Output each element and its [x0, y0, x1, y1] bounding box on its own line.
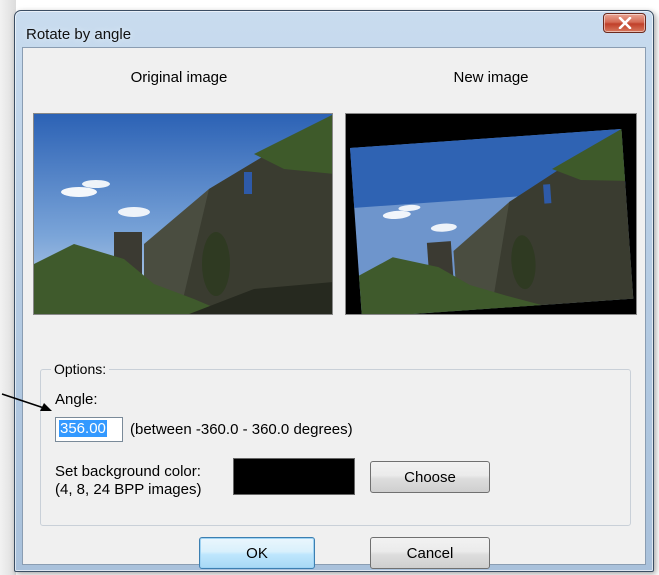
- angle-input[interactable]: 356.00: [55, 417, 123, 442]
- rotate-dialog: Rotate by angle Original image New image: [14, 10, 654, 572]
- new-image-label: New image: [453, 69, 529, 86]
- ok-button[interactable]: OK: [199, 537, 315, 569]
- annotation-arrow-icon: [1, 393, 52, 411]
- close-button[interactable]: [603, 13, 646, 33]
- options-groupbox: Options:: [40, 361, 631, 526]
- angle-range-text: (between -360.0 - 360.0 degrees): [130, 421, 353, 438]
- dialog-title: Rotate by angle: [26, 26, 132, 43]
- bg-color-label-line2: (4, 8, 24 BPP images): [55, 481, 202, 498]
- original-image-preview: [33, 113, 333, 315]
- new-image-preview: [345, 113, 637, 315]
- title-bar[interactable]: Rotate by angle: [15, 11, 653, 47]
- angle-value-selected: 356.00: [59, 420, 107, 437]
- background-color-swatch[interactable]: [233, 458, 355, 495]
- choose-button[interactable]: Choose: [370, 461, 490, 493]
- bg-color-label-line1: Set background color:: [55, 463, 201, 480]
- angle-label: Angle:: [55, 391, 98, 408]
- original-image-label: Original image: [130, 69, 228, 86]
- cancel-button[interactable]: Cancel: [370, 537, 490, 569]
- dialog-client-area: Original image New image Options: Angle:…: [22, 47, 646, 569]
- bg-color-label: Set background color: (4, 8, 24 BPP imag…: [55, 463, 201, 499]
- close-x-icon: [618, 17, 631, 29]
